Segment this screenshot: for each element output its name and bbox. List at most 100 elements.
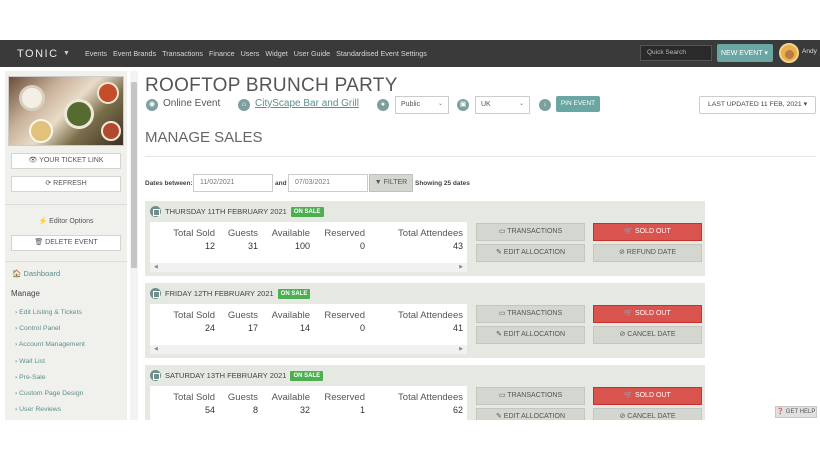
nav-link-transactions[interactable]: Transactions [162,49,203,58]
visibility-icon: ● [377,99,389,111]
sidebar-manage-heading: Manage [11,289,40,298]
transactions-button[interactable]: ▭ TRANSACTIONS [476,387,585,405]
get-help-button[interactable]: ❓ GET HELP [775,406,817,418]
sidebar-item-edit-listing[interactable]: › Edit Listing & Tickets [15,309,125,325]
sidebar-item-user-reviews[interactable]: › User Reviews [15,406,125,420]
status-badge: ON SALE [290,206,324,217]
nav-link-users[interactable]: Users [241,49,260,58]
quick-search-input[interactable]: Quick Search [640,45,712,61]
stat-total-attendees: Total Attendees 41 [398,310,463,333]
horizontal-scrollbar[interactable]: ◀ ▶ [150,263,467,272]
nav-link-finance[interactable]: Finance [209,49,235,58]
edit-allocation-button[interactable]: ✎ EDIT ALLOCATION [476,408,585,420]
avatar[interactable] [779,43,799,63]
stat-value: 41 [452,323,463,333]
chevron-down-icon: ⌄ [518,101,524,107]
divider [145,156,816,157]
refresh-button[interactable]: ⟳ REFRESH [11,176,121,192]
logo[interactable]: TONIC [17,48,61,60]
edit-allocation-button[interactable]: ✎ EDIT ALLOCATION [476,326,585,344]
cart-icon: 🛒 [624,392,635,399]
cancel-date-button[interactable]: ⊘ CANCEL DATE [593,408,702,420]
scroll-left-icon[interactable]: ◀ [154,264,158,270]
date-from-input[interactable]: 11/02/2021 [193,174,273,192]
stat-total-sold: Total Sold 54 [173,392,215,415]
sidebar-item-dashboard[interactable]: 🏠 Dashboard [12,269,60,278]
stat-value: 0 [359,241,365,251]
nav-links: Events Event Brands Transactions Finance… [85,49,427,58]
cancel-date-button[interactable]: ⊘ CANCEL DATE [593,326,702,344]
status-badge: ON SALE [277,288,311,299]
nav-link-standardised-settings[interactable]: Standardised Event Settings [336,49,427,58]
stats-panel: Total Sold 54 Guests 8 Available 32 Reserve… [150,386,467,420]
transactions-button[interactable]: ▭ TRANSACTIONS [476,305,585,323]
stat-value: 8 [252,405,258,415]
visibility-select[interactable]: Public ⌄ [395,96,449,114]
sidebar-item-custom-page-design[interactable]: › Custom Page Design [15,390,125,406]
venue-link[interactable]: CityScape Bar and Grill [255,98,359,109]
stat-reserved: Reserved 0 [324,228,365,251]
stat-value: 54 [204,405,215,415]
nav-link-widget[interactable]: Widget [265,49,287,58]
stat-label: Total Attendees [398,392,463,403]
last-updated-dropdown[interactable]: LAST UPDATED 11 FEB, 2021 ▾ [699,96,816,114]
stat-value: 32 [299,405,310,415]
edit-allocation-button-label: EDIT ALLOCATION [503,331,565,338]
stat-value: 12 [204,241,215,251]
editor-options[interactable]: ⚡ Editor Options [5,217,127,225]
stat-total-sold: Total Sold 24 [173,310,215,333]
ticket-link-button[interactable]: 👁 YOUR TICKET LINK [11,153,121,169]
edit-allocation-button[interactable]: ✎ EDIT ALLOCATION [476,244,585,262]
scroll-right-icon[interactable]: ▶ [459,346,463,352]
sidebar-item-control-panel[interactable]: › Control Panel [15,325,125,341]
chevron-down-icon: ⌄ [437,101,443,107]
stat-label: Reserved [324,228,365,239]
scroll-right-icon[interactable]: ▶ [459,264,463,270]
dates-between-label: Dates between: [145,180,193,187]
nav-link-event-brands[interactable]: Event Brands [113,49,156,58]
refund-date-button[interactable]: ⊘ REFUND DATE [593,244,702,262]
username[interactable]: Andy [802,48,817,55]
stat-available: Available 32 [272,392,310,415]
scroll-left-icon[interactable]: ◀ [154,346,158,352]
filter-button-label: FILTER [383,179,408,186]
stat-label: Total Sold [173,310,215,321]
sold-out-button[interactable]: 🛒 SOLD OUT [593,223,702,241]
sold-out-button[interactable]: 🛒 SOLD OUT [593,387,702,405]
sidebar-divider [5,204,127,205]
date-to-input[interactable]: 07/03/2021 [288,174,368,192]
sidebar-scrollbar-thumb[interactable] [131,82,137,268]
sold-out-button[interactable]: 🛒 SOLD OUT [593,305,702,323]
edit-allocation-button-label: EDIT ALLOCATION [503,413,565,420]
transactions-button[interactable]: ▭ TRANSACTIONS [476,223,585,241]
app-window: TONIC ▼ Events Event Brands Transactions… [0,40,820,420]
pin-event-button[interactable]: PIN EVENT [556,96,600,112]
online-icon: ◉ [146,99,158,111]
delete-event-button[interactable]: 🗑 DELETE EVENT [11,235,121,251]
stat-reserved: Reserved 1 [324,392,365,415]
venue-icon: ⌂ [238,99,250,111]
country-icon: ▣ [457,99,469,111]
transactions-button-label: TRANSACTIONS [507,228,563,235]
calendar-icon [150,288,161,299]
new-event-button[interactable]: NEW EVENT ▾ [717,44,773,62]
stat-value: 0 [359,323,365,333]
date-card-header: SATURDAY 13TH FEBRUARY 2021 ON SALE [150,370,324,381]
nav-link-user-guide[interactable]: User Guide [294,49,330,58]
status-badge: ON SALE [290,370,324,381]
stat-label: Guests [227,310,258,321]
page-margin [0,420,820,460]
stat-label: Guests [227,392,258,403]
stat-label: Total Attendees [398,228,463,239]
filter-button[interactable]: ▼ FILTER [369,174,413,192]
showing-count: Showing 25 dates [415,180,470,187]
horizontal-scrollbar[interactable]: ◀ ▶ [150,345,467,354]
stat-guests: Guests 17 [228,310,258,333]
nav-link-events[interactable]: Events [85,49,107,58]
sidebar-item-pre-sale[interactable]: › Pre-Sale [15,374,125,390]
sidebar-item-wait-list[interactable]: › Wait List [15,358,125,374]
stat-available: Available 100 [272,228,310,251]
country-select[interactable]: UK ⌄ [475,96,530,114]
logo-menu-icon[interactable]: ▼ [63,50,85,57]
sidebar-item-account-management[interactable]: › Account Management [15,341,125,357]
